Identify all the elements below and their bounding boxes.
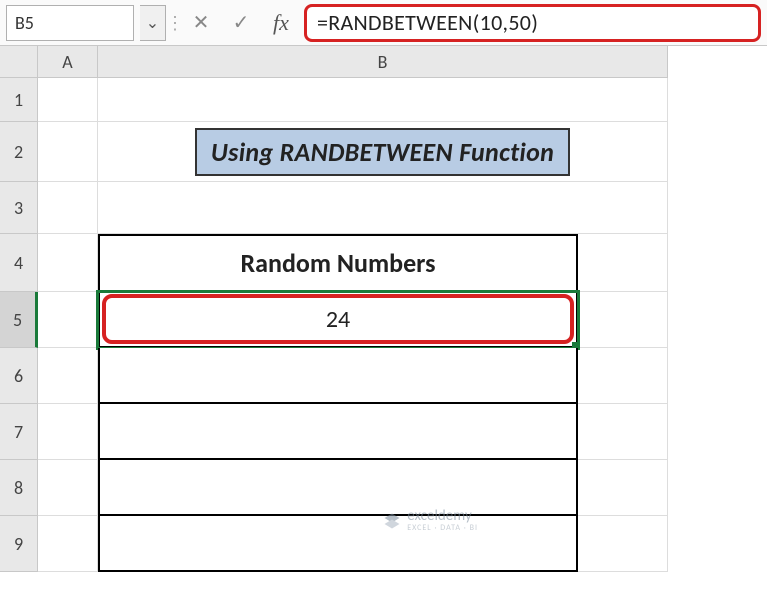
column-header-A[interactable]: A (38, 46, 98, 78)
fx-icon: fx (273, 10, 289, 36)
data-table: Random Numbers 24 (98, 234, 578, 572)
row-header-6[interactable]: 6 (0, 348, 38, 404)
cell-A5[interactable] (38, 292, 98, 348)
table-value-1: 24 (326, 305, 350, 334)
insert-function-button[interactable]: fx (264, 5, 298, 41)
row-header-4[interactable]: 4 (0, 234, 38, 292)
formula-text: =RANDBETWEEN(10,50) (317, 9, 538, 36)
row-header-2[interactable]: 2 (0, 122, 38, 182)
formula-bar-row: B5 ⌄ ⋮ ✕ ✓ fx =RANDBETWEEN(10,50) (0, 0, 767, 46)
watermark-brand: exceldemy (407, 509, 478, 524)
row-headers: 1 2 3 4 5 6 7 8 9 (0, 78, 38, 572)
cell-A4[interactable] (38, 234, 98, 292)
column-header-row: A B (0, 46, 767, 78)
cell-B1[interactable] (98, 78, 668, 122)
select-all-corner[interactable] (0, 46, 38, 78)
table-row-5[interactable] (98, 516, 578, 572)
chevron-down-icon: ⌄ (146, 13, 159, 33)
cell-B2[interactable]: Using RANDBETWEEN Function (98, 122, 668, 182)
name-box-value: B5 (15, 12, 34, 34)
confirm-button[interactable]: ✓ (224, 5, 258, 41)
grid-body: 1 2 3 4 5 6 7 8 9 Using RANDBETWEEN Func… (0, 78, 767, 572)
row-header-7[interactable]: 7 (0, 404, 38, 460)
table-row-1[interactable]: 24 (98, 292, 578, 348)
watermark-tagline: EXCEL · DATA · BI (407, 524, 478, 532)
table-row-4[interactable] (98, 460, 578, 516)
watermark: exceldemy EXCEL · DATA · BI (383, 509, 478, 532)
cell-A6[interactable] (38, 348, 98, 404)
title-banner: Using RANDBETWEEN Function (195, 128, 570, 176)
cancel-button[interactable]: ✕ (184, 5, 218, 41)
cell-A8[interactable] (38, 460, 98, 516)
row-header-5[interactable]: 5 (0, 292, 38, 348)
row-header-3[interactable]: 3 (0, 182, 38, 234)
cell-A3[interactable] (38, 182, 98, 234)
logo-icon (383, 512, 401, 530)
name-box[interactable]: B5 (6, 5, 134, 41)
cancel-icon: ✕ (193, 10, 210, 35)
name-box-dropdown[interactable]: ⌄ (140, 5, 166, 41)
divider-icon: ⋮ (172, 5, 178, 41)
formula-input[interactable]: =RANDBETWEEN(10,50) (304, 4, 761, 42)
cell-A7[interactable] (38, 404, 98, 460)
cell-A2[interactable] (38, 122, 98, 182)
table-row-2[interactable] (98, 348, 578, 404)
row-header-9[interactable]: 9 (0, 516, 38, 572)
check-icon: ✓ (233, 10, 250, 35)
cell-B3[interactable] (98, 182, 668, 234)
column-header-B[interactable]: B (98, 46, 668, 78)
table-header[interactable]: Random Numbers (98, 234, 578, 292)
cell-A9[interactable] (38, 516, 98, 572)
cells-area: Using RANDBETWEEN Function (38, 78, 668, 572)
row-header-1[interactable]: 1 (0, 78, 38, 122)
table-row-3[interactable] (98, 404, 578, 460)
cell-A1[interactable] (38, 78, 98, 122)
row-header-8[interactable]: 8 (0, 460, 38, 516)
